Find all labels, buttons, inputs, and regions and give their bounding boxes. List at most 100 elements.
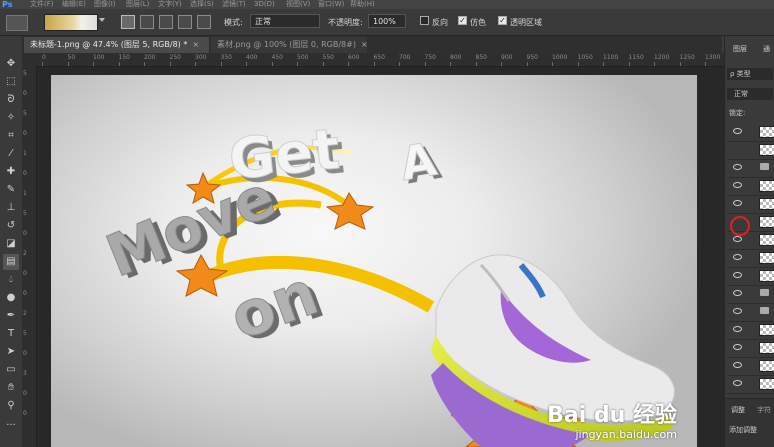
eye-icon[interactable] (733, 182, 742, 188)
gradient-preview[interactable] (44, 14, 98, 31)
menu-layer[interactable]: 图层(L) (126, 0, 149, 9)
layer-row[interactable] (727, 358, 774, 376)
healing-brush-tool-icon[interactable]: ✚ (3, 164, 19, 180)
reverse-checkbox[interactable] (420, 16, 429, 25)
radial-gradient-button[interactable] (140, 15, 154, 29)
eye-icon[interactable] (733, 362, 742, 368)
menu-file[interactable]: 文件(F) (30, 0, 54, 9)
eye-icon[interactable] (733, 236, 742, 242)
tab-document-2[interactable]: 素材.png @ 100% (图层 0, RGB/8#) × (211, 37, 368, 53)
vertical-ruler[interactable]: 5 0 5 0 1 0 1 5 0 2 0 0 2 5 0 3 0 0 (22, 66, 37, 447)
ruler-tick (705, 62, 706, 66)
horizontal-ruler[interactable]: 0 50 100 150 200 250 300 350 400 450 500 550 600 650 7… (36, 53, 724, 67)
path-selection-tool-icon[interactable]: ➤ (3, 344, 19, 360)
magic-wand-tool-icon[interactable]: ✧ (3, 110, 19, 126)
eye-icon[interactable] (733, 254, 742, 260)
shape-tool-icon[interactable]: ▭ (3, 362, 19, 378)
menu-filter[interactable]: 滤镜(T) (222, 0, 246, 9)
layer-row[interactable] (727, 340, 774, 358)
linear-gradient-button[interactable] (121, 15, 135, 29)
mode-select[interactable]: 正常 (250, 14, 320, 28)
ruler-label: 2 (23, 310, 27, 317)
angle-gradient-button[interactable] (159, 15, 173, 29)
tab-adjustments[interactable]: 调整 (731, 405, 745, 415)
brush-tool-icon[interactable]: ✎ (3, 182, 19, 198)
gradient-tool-icon[interactable]: ▤ (3, 254, 19, 270)
menu-select[interactable]: 选择(S) (190, 0, 214, 9)
close-icon[interactable]: × (192, 40, 199, 49)
tool-preset-picker[interactable] (6, 15, 28, 31)
menu-3d[interactable]: 3D(D) (254, 0, 275, 9)
diamond-gradient-button[interactable] (197, 15, 211, 29)
menu-type[interactable]: 文字(Y) (158, 0, 182, 9)
crop-tool-icon[interactable]: ⌗ (3, 128, 19, 144)
layer-thumbnail (759, 270, 774, 282)
menu-view[interactable]: 视图(V) (286, 0, 310, 9)
eye-icon[interactable] (733, 200, 742, 206)
layer-row[interactable] (727, 124, 774, 142)
pen-tool-icon[interactable]: ✒︎ (3, 308, 19, 324)
eye-icon[interactable] (733, 128, 742, 134)
layer-row[interactable] (727, 376, 774, 394)
layer-group-row[interactable] (727, 304, 774, 322)
transparency-checkbox[interactable]: ✓ (498, 16, 507, 25)
layer-row[interactable] (727, 250, 774, 268)
type-tool-icon[interactable]: T (3, 326, 19, 342)
layer-row[interactable] (727, 142, 774, 160)
more-tools-icon[interactable]: ··· (3, 418, 19, 434)
ruler-label: 1000 (552, 54, 568, 61)
stamp-tool-icon[interactable]: ⊥ (3, 200, 19, 216)
tab-channels[interactable]: 通 (763, 44, 770, 54)
eye-icon[interactable] (733, 290, 742, 296)
opacity-input[interactable]: 100% (368, 14, 406, 28)
options-bar: 模式: 正常 不透明度: 100% 反向 ✓ 仿色 ✓ 透明区域 (0, 9, 774, 36)
lasso-tool-icon[interactable]: ᘐ (3, 92, 19, 108)
dither-checkbox[interactable]: ✓ (458, 16, 467, 25)
document-workspace[interactable]: Get Get A A Move Move on on Bai du 经验 ji… (37, 67, 724, 447)
eye-icon[interactable] (733, 344, 742, 350)
eye-icon[interactable] (733, 326, 742, 332)
marquee-tool-icon[interactable]: ⬚ (3, 74, 19, 90)
layer-filter-search[interactable]: ρ 类型 (727, 68, 773, 80)
tab-document-1[interactable]: 未标题-1.png @ 47.4% (图层 5, RGB/8) * × (24, 37, 209, 53)
eye-icon[interactable] (733, 380, 742, 386)
layer-group-row[interactable] (727, 286, 774, 304)
chevron-down-icon[interactable] (99, 18, 105, 22)
ruler-label: 700 (399, 54, 411, 61)
eye-icon[interactable] (733, 272, 742, 278)
tab-character[interactable]: 字符 (757, 405, 771, 415)
layer-thumbnail (759, 144, 774, 156)
layer-row[interactable] (727, 178, 774, 196)
menu-image[interactable]: 图像(I) (94, 0, 116, 9)
reflected-gradient-button[interactable] (178, 15, 192, 29)
move-tool-icon[interactable]: ✥ (3, 56, 19, 72)
blur-tool-icon[interactable]: 💧︎ (3, 272, 19, 288)
eraser-tool-icon[interactable]: ◪ (3, 236, 19, 252)
layer-thumbnail (759, 252, 774, 264)
photoshop-logo: Ps (2, 0, 13, 9)
layer-row[interactable] (727, 268, 774, 286)
hand-tool-icon[interactable]: ✋︎ (3, 380, 19, 396)
layer-row[interactable] (727, 196, 774, 214)
history-brush-tool-icon[interactable]: ↺ (3, 218, 19, 234)
layer-group-row[interactable] (727, 160, 774, 178)
zoom-tool-icon[interactable]: ⚲ (3, 398, 19, 414)
tab-layers[interactable]: 图层 (733, 44, 747, 54)
menu-window[interactable]: 窗口(W) (318, 0, 344, 9)
eye-icon[interactable] (733, 164, 742, 170)
blend-mode-select[interactable]: 正常 (727, 88, 773, 100)
document-canvas[interactable]: Get Get A A Move Move on on Bai du 经验 ji… (51, 75, 697, 447)
layer-thumbnail (759, 324, 774, 336)
dodge-tool-icon[interactable]: ● (3, 290, 19, 306)
layers-panel: 图层 通 ρ 类型 正常 锁定: 调整 字符 添加调整 (724, 36, 774, 447)
eye-icon[interactable] (733, 308, 742, 314)
menu-help[interactable]: 帮助(H) (350, 0, 375, 9)
close-icon[interactable]: × (361, 40, 368, 49)
layer-row[interactable] (727, 232, 774, 250)
menu-edit[interactable]: 编辑(E) (62, 0, 86, 9)
layer-row[interactable] (727, 322, 774, 340)
eyedropper-tool-icon[interactable]: ⁄ (3, 146, 19, 162)
folder-icon (760, 289, 769, 296)
ruler-tick (654, 62, 655, 66)
ruler-origin[interactable] (22, 53, 36, 66)
